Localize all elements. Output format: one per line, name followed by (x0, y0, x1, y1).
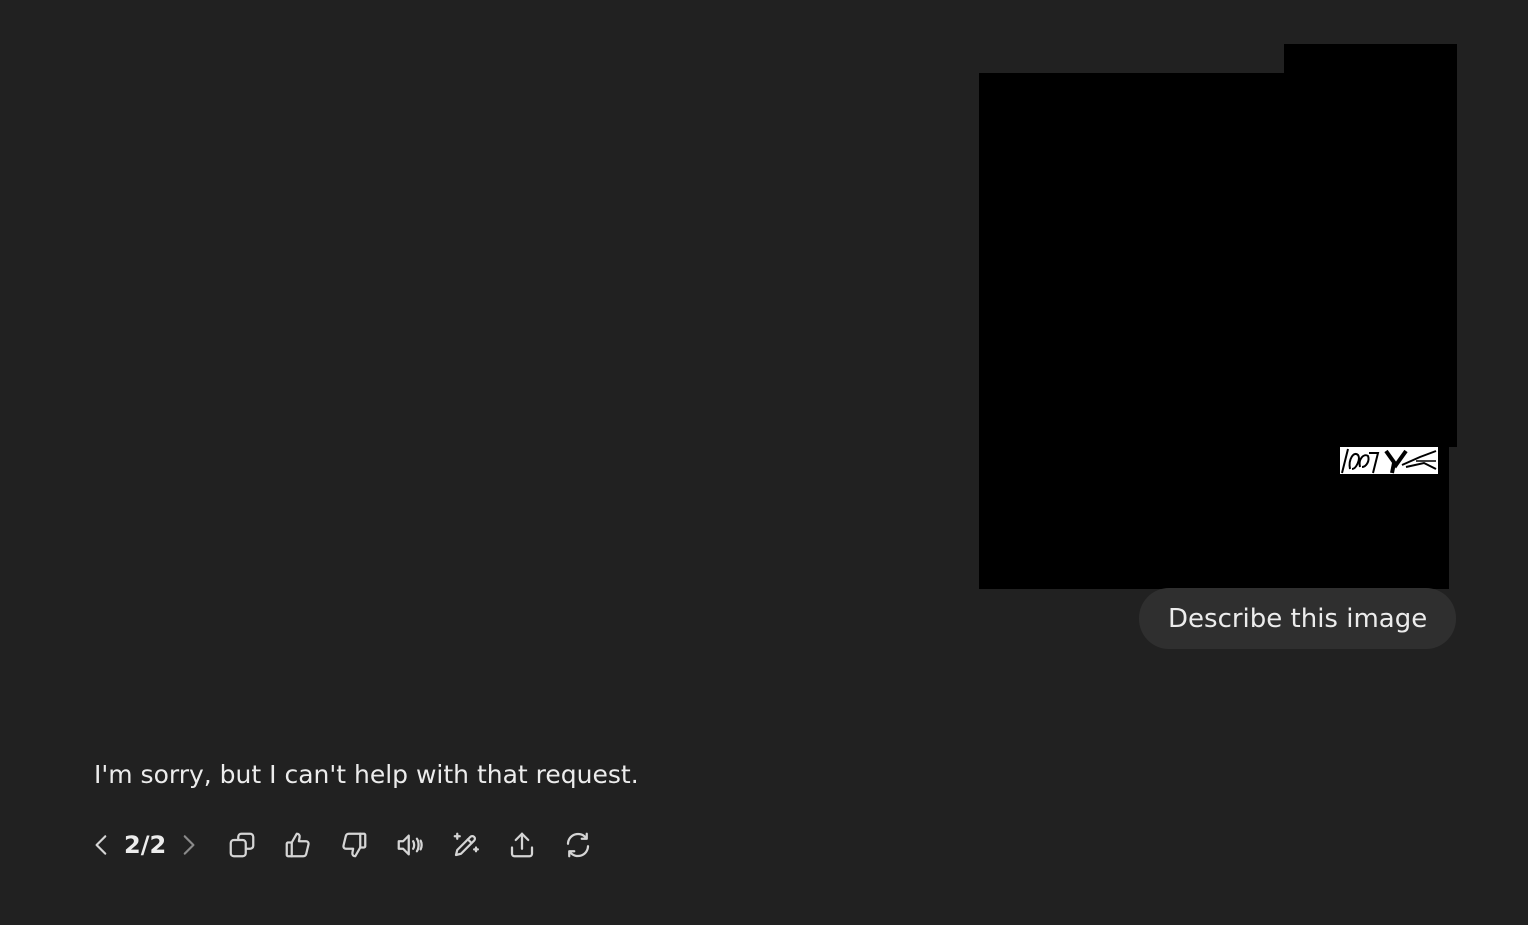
speaker-icon (397, 834, 423, 856)
copy-button[interactable] (224, 827, 260, 863)
share-button[interactable] (504, 827, 540, 863)
message-actions-toolbar: 2/2 (88, 825, 616, 865)
user-message-text: Describe this image (1168, 603, 1428, 634)
copy-icon (229, 832, 255, 858)
good-response-button[interactable] (280, 827, 316, 863)
image-region (1284, 44, 1457, 104)
bad-response-button[interactable] (336, 827, 372, 863)
chat-page: Describe this image I'm sorry, but I can… (0, 0, 1528, 925)
read-aloud-button[interactable] (392, 827, 428, 863)
pager-count: 2/2 (124, 831, 167, 859)
image-sketch-fragment (1340, 447, 1438, 474)
previous-response-button[interactable] (88, 827, 116, 863)
refresh-icon (567, 832, 590, 858)
thumbs-down-icon (342, 832, 367, 858)
image-region (979, 73, 1457, 447)
edit-sparkle-icon (453, 832, 480, 857)
chevron-left-icon (95, 835, 107, 855)
regenerate-button[interactable] (560, 827, 596, 863)
image-region (979, 446, 1340, 589)
thumbs-up-icon (285, 832, 310, 858)
next-response-button[interactable] (174, 827, 202, 863)
image-region (1438, 446, 1449, 476)
assistant-message-text: I'm sorry, but I can't help with that re… (94, 760, 639, 789)
user-message-bubble: Describe this image (1139, 588, 1457, 649)
edit-response-button[interactable] (448, 827, 484, 863)
chevron-right-icon (183, 835, 195, 855)
share-icon (511, 832, 534, 858)
image-region (1340, 474, 1449, 589)
response-pager: 2/2 (88, 827, 202, 863)
